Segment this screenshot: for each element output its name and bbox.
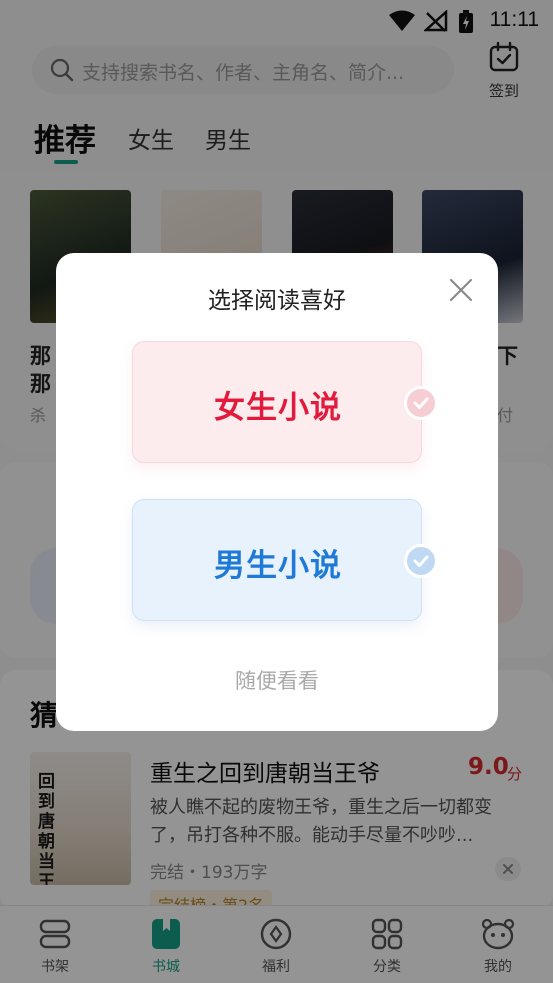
female-novel-label: 女生小说 [214, 390, 342, 426]
close-button[interactable] [446, 275, 476, 305]
reading-preference-dialog: 选择阅读喜好 女生小说 男生小说 随便看看 [56, 253, 498, 731]
male-novel-label: 男生小说 [214, 548, 342, 584]
female-novel-option[interactable]: 女生小说 [132, 341, 438, 463]
check-icon [404, 544, 438, 578]
male-novel-option[interactable]: 男生小说 [132, 499, 438, 621]
browse-randomly-link[interactable]: 随便看看 [56, 665, 498, 695]
close-icon [449, 278, 473, 302]
dialog-title: 选择阅读喜好 [208, 288, 346, 314]
check-icon [404, 386, 438, 420]
